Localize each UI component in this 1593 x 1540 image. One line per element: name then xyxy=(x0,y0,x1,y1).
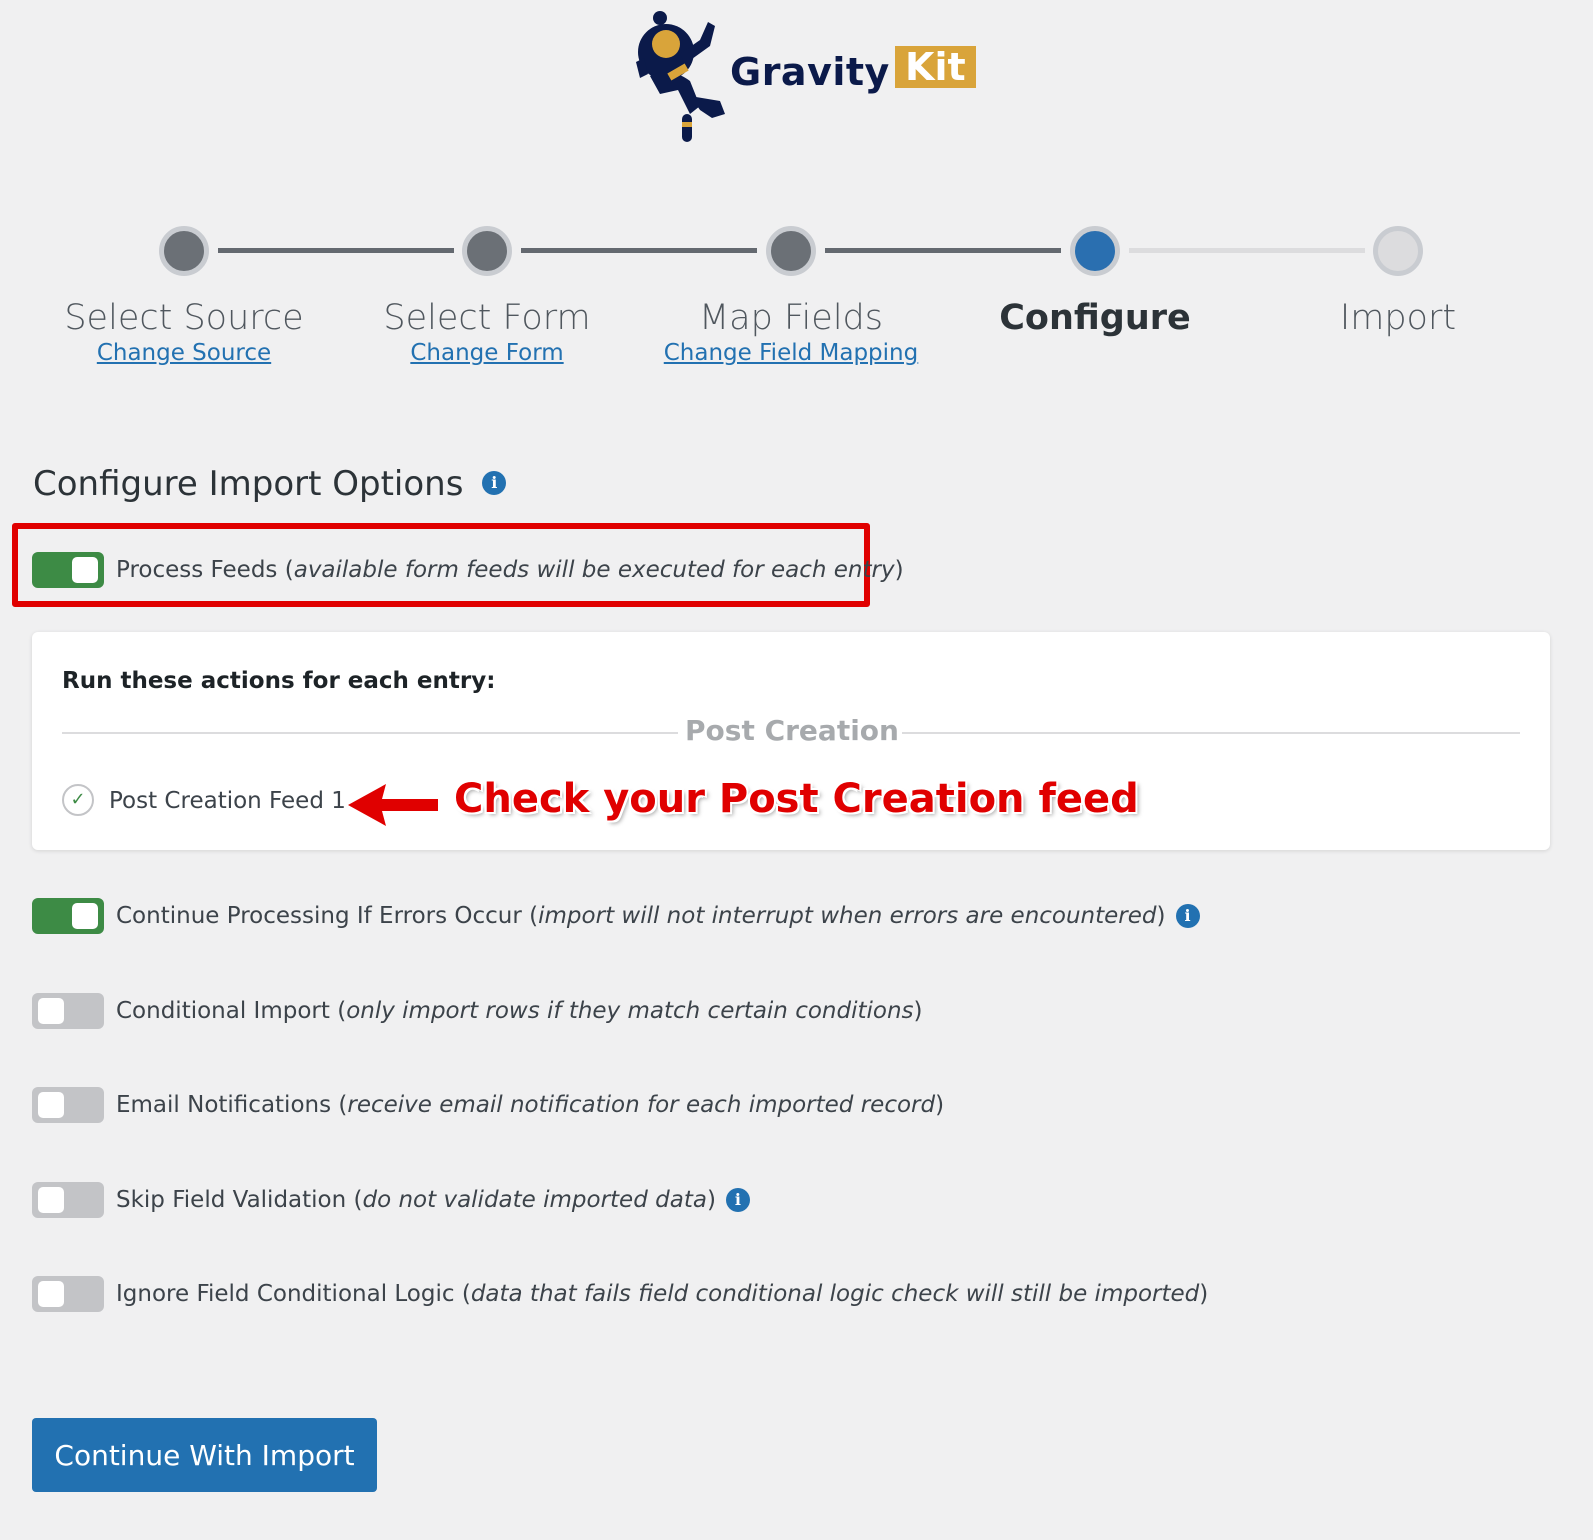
continue-on-errors-label: Continue Processing If Errors Occur (imp… xyxy=(116,903,1166,929)
toggle-knob xyxy=(38,998,64,1024)
import-steps: Select Source Select Form Map Fields Con… xyxy=(0,222,1593,382)
change-field-mapping-link[interactable]: Change Field Mapping xyxy=(631,340,951,366)
change-source-link[interactable]: Change Source xyxy=(24,340,344,366)
step-connector xyxy=(521,248,757,253)
ignore-conditional-logic-label: Ignore Field Conditional Logic (data tha… xyxy=(116,1281,1209,1307)
page-title: Configure Import Options i xyxy=(33,464,507,504)
continue-on-errors-toggle[interactable] xyxy=(32,898,104,934)
annotation-arrow-icon xyxy=(348,784,438,826)
option-skip-validation: Skip Field Validation (do not validate i… xyxy=(32,1180,750,1220)
option-email-notifications: Email Notifications (receive email notif… xyxy=(32,1085,944,1125)
brand-accent: Kit xyxy=(895,46,976,88)
step-label-select-source: Select Source xyxy=(64,298,304,338)
info-icon[interactable]: i xyxy=(725,1188,750,1212)
option-name: Skip Field Validation xyxy=(116,1187,347,1213)
option-continue-on-errors: Continue Processing If Errors Occur (imp… xyxy=(32,896,1200,936)
option-process-feeds: Process Feeds (available form feeds will… xyxy=(32,550,904,590)
step-label-configure: Configure xyxy=(999,298,1191,338)
info-icon[interactable]: i xyxy=(1175,904,1200,928)
step-label-select-form: Select Form xyxy=(383,298,591,338)
option-name: Ignore Field Conditional Logic xyxy=(116,1281,455,1307)
step-dot-select-form xyxy=(462,226,512,276)
step-dot-import xyxy=(1373,226,1423,276)
toggle-knob xyxy=(38,1187,64,1213)
brand-name: Gravity xyxy=(730,50,890,94)
divider xyxy=(902,732,1520,734)
option-hint: available form feeds will be executed fo… xyxy=(293,557,895,583)
email-notifications-toggle[interactable] xyxy=(32,1087,104,1123)
skip-validation-label: Skip Field Validation (do not validate i… xyxy=(116,1187,716,1213)
info-icon[interactable]: i xyxy=(482,470,507,495)
option-name: Process Feeds xyxy=(116,557,278,583)
conditional-import-toggle[interactable] xyxy=(32,993,104,1029)
option-hint: do not validate imported data xyxy=(362,1187,707,1213)
step-dot-configure xyxy=(1070,226,1120,276)
change-form-link[interactable]: Change Form xyxy=(327,340,647,366)
step-connector xyxy=(1129,248,1365,253)
email-notifications-label: Email Notifications (receive email notif… xyxy=(116,1092,945,1118)
continue-with-import-button[interactable]: Continue With Import xyxy=(32,1418,377,1492)
option-name: Conditional Import xyxy=(116,998,330,1024)
step-dot-select-source xyxy=(159,226,209,276)
toggle-knob xyxy=(38,1092,64,1118)
option-hint: import will not interrupt when errors ar… xyxy=(538,903,1157,929)
ignore-conditional-logic-toggle[interactable] xyxy=(32,1276,104,1312)
option-hint: only import rows if they match certain c… xyxy=(346,998,914,1024)
feed-checkbox[interactable]: ✓ xyxy=(62,784,94,816)
option-conditional-import: Conditional Import (only import rows if … xyxy=(32,991,923,1031)
gravitykit-logo: Gravity Kit xyxy=(630,6,990,146)
feed-label: Post Creation Feed 1 xyxy=(109,788,346,814)
divider xyxy=(62,732,678,734)
step-label-import: Import xyxy=(1339,298,1457,338)
option-hint: data that fails field conditional logic … xyxy=(470,1281,1200,1307)
page-title-text: Configure Import Options xyxy=(33,464,464,504)
step-dot-map-fields xyxy=(766,226,816,276)
feed-group-label: Post Creation xyxy=(685,714,899,747)
toggle-knob xyxy=(38,1281,64,1307)
feeds-card-title: Run these actions for each entry: xyxy=(62,668,496,694)
toggle-knob xyxy=(72,557,98,583)
process-feeds-label: Process Feeds (available form feeds will… xyxy=(116,557,904,583)
astronaut-mascot-icon xyxy=(636,11,725,142)
option-name: Email Notifications xyxy=(116,1092,332,1118)
step-connector xyxy=(218,248,454,253)
process-feeds-toggle[interactable] xyxy=(32,552,104,588)
conditional-import-label: Conditional Import (only import rows if … xyxy=(116,998,923,1024)
step-connector xyxy=(825,248,1061,253)
annotation-text: Check your Post Creation feed xyxy=(454,776,1139,822)
step-label-map-fields: Map Fields xyxy=(698,298,883,338)
skip-validation-toggle[interactable] xyxy=(32,1182,104,1218)
option-hint: receive email notification for each impo… xyxy=(347,1092,936,1118)
option-name: Continue Processing If Errors Occur xyxy=(116,903,522,929)
option-ignore-conditional-logic: Ignore Field Conditional Logic (data tha… xyxy=(32,1274,1208,1314)
toggle-knob xyxy=(72,903,98,929)
feeds-card: Run these actions for each entry: Post C… xyxy=(32,632,1550,850)
